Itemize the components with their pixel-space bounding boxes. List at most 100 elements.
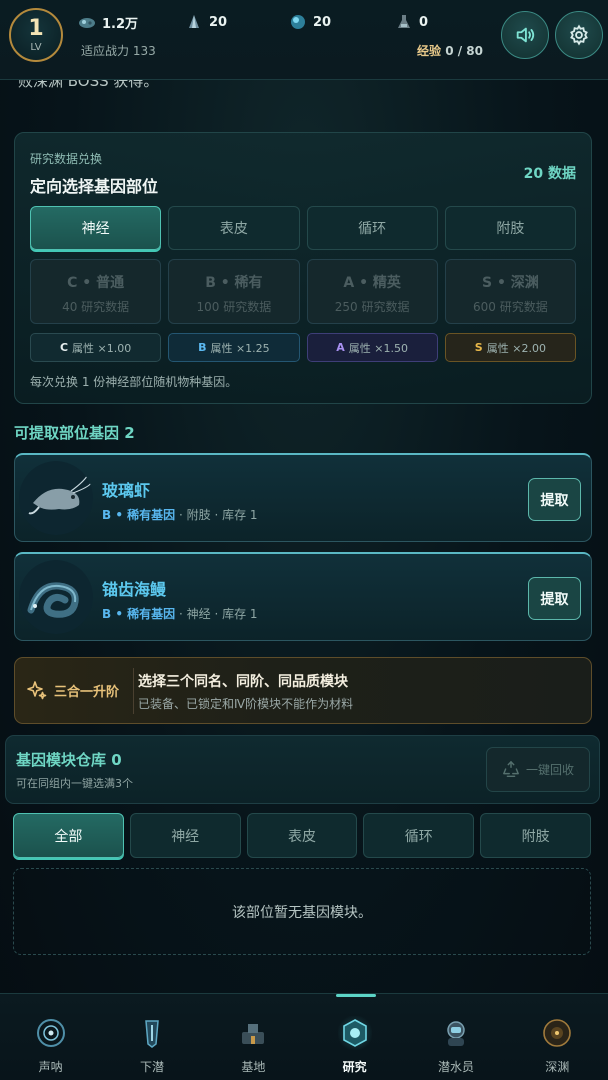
level-badge: 1 LV — [9, 8, 63, 62]
recycle-all-button[interactable]: 一键回收 — [486, 747, 590, 792]
sonar-icon — [36, 1019, 65, 1047]
nav-label: 声呐 — [38, 1060, 63, 1074]
merge-upgrade-banner[interactable]: 三合一升阶 选择三个同名、同阶、同品质模块 已装备、已锁定和Ⅳ阶模块不能作为材料 — [14, 657, 592, 724]
part-tab-circulation[interactable]: 循环 — [306, 206, 438, 250]
resource-shell-value: 1.2万 — [102, 16, 139, 32]
resource-flask-value: 0 — [419, 14, 429, 30]
exchange-small-title: 研究数据兑换 — [30, 152, 103, 166]
speaker-icon — [516, 27, 535, 43]
gene-card-glass-shrimp: 玻璃虾 B • 稀有基因 · 附肢 · 库存 1 提取 — [14, 453, 592, 542]
nav-label: 下潜 — [139, 1060, 164, 1074]
grade-options: C • 普通 40 研究数据 B • 稀有 100 研究数据 A • 精英 25… — [30, 259, 576, 324]
nav-label: 潜水员 — [437, 1060, 474, 1074]
nav-item-base[interactable]: 基地 — [203, 994, 304, 1080]
multiplier-grade: A — [336, 341, 345, 354]
gene-name: 锚齿海鳗 — [102, 580, 167, 599]
nav-item-research[interactable]: 研究 — [304, 994, 405, 1080]
filter-tab-skin[interactable]: 表皮 — [246, 813, 358, 858]
multiplier-grade: B — [198, 341, 207, 354]
nav-item-abyss[interactable]: 深渊 — [507, 994, 608, 1080]
resource-crystal-value: 20 — [209, 14, 228, 30]
multiplier-b: B 属性 ×1.25 — [168, 333, 300, 362]
shrimp-icon — [19, 461, 93, 535]
grade-name: C • 普通 — [67, 275, 125, 291]
nav-item-dive[interactable]: 下潜 — [101, 994, 202, 1080]
resource-crystal: 20 — [185, 12, 227, 32]
gene-meta: B • 稀有基因 · 附肢 · 库存 1 — [102, 506, 258, 523]
multiplier-grade: C — [59, 341, 69, 354]
warehouse-title: 基因模块仓库 0 — [16, 751, 122, 769]
top-bar: 1 LV 1.2万 20 20 0 适应战力 133 经验 0 / 80 — [0, 0, 608, 80]
research-data-count: 20 数据 — [523, 166, 576, 182]
filter-tab-nerve[interactable]: 神经 — [129, 813, 241, 858]
eel-icon — [19, 560, 93, 634]
base-icon — [242, 1024, 265, 1044]
extract-button[interactable]: 提取 — [528, 577, 581, 620]
filter-tab-circulation[interactable]: 循环 — [363, 813, 475, 858]
divider — [133, 668, 134, 714]
resource-flask: 0 — [395, 12, 428, 32]
resource-orb: 20 — [289, 12, 331, 32]
nav-label: 研究 — [342, 1060, 367, 1074]
level-number: 1 — [28, 16, 44, 41]
attribute-multipliers: C 属性 ×1.00 B 属性 ×1.25 A 属性 ×1.50 S 属性 ×2.00 — [30, 333, 576, 362]
multiplier-c: C 属性 ×1.00 — [30, 333, 162, 362]
gene-card-anchor-eel: 锚齿海鳗 B • 稀有基因 · 神经 · 库存 1 提取 — [14, 552, 592, 641]
gene-detail: · 附肢 · 库存 1 — [179, 508, 258, 522]
sparkle-icon — [27, 681, 47, 700]
gene-name: 玻璃虾 — [102, 481, 151, 500]
grade-name: S • 深渊 — [481, 275, 539, 291]
nav-item-diver[interactable]: 潜水员 — [405, 994, 506, 1080]
merge-label-group: 三合一升阶 — [27, 680, 119, 700]
exchange-note: 每次兑换 1 份神经部位随机物种基因。 — [30, 375, 238, 389]
warehouse-subtitle: 可在同组内一键选满3个 — [16, 777, 133, 790]
multiplier-text: 属性 ×1.50 — [348, 341, 408, 355]
research-exchange-panel: 研究数据兑换 定向选择基因部位 20 数据 神经 表皮 循环 附肢 C • 普通… — [14, 132, 592, 404]
settings-button[interactable] — [555, 11, 603, 59]
gene-detail: · 神经 · 库存 1 — [179, 607, 258, 621]
warehouse-filter-tabs: 全部 神经 表皮 循环 附肢 — [13, 813, 591, 858]
resource-shell: 1.2万 — [78, 12, 138, 32]
diver-icon — [447, 1021, 465, 1046]
nav-label: 基地 — [241, 1060, 266, 1074]
bottom-nav: 声呐 下潜 基地 研究 潜水员 深渊 — [0, 993, 608, 1080]
grade-cost: 250 研究数据 — [334, 300, 410, 314]
research-icon — [337, 1016, 372, 1050]
flask-icon — [398, 15, 410, 28]
crystal-icon — [189, 15, 199, 28]
part-tab-skin[interactable]: 表皮 — [168, 206, 300, 250]
sound-button[interactable] — [501, 11, 549, 59]
grade-cost: 600 研究数据 — [473, 300, 548, 314]
grade-option-c[interactable]: C • 普通 40 研究数据 — [30, 259, 162, 324]
exp-text: 经验 0 / 80 — [417, 42, 483, 59]
multiplier-grade: S — [474, 341, 483, 354]
gear-icon — [570, 24, 588, 46]
gene-warehouse-header: 基因模块仓库 0 可在同组内一键选满3个 一键回收 — [5, 735, 600, 804]
recycle-label: 一键回收 — [525, 763, 574, 777]
extract-button[interactable]: 提取 — [528, 478, 581, 521]
multiplier-text: 属性 ×1.00 — [72, 341, 132, 355]
resource-orb-value: 20 — [313, 14, 332, 30]
abyss-icon — [543, 1019, 572, 1047]
gene-meta: B • 稀有基因 · 神经 · 库存 1 — [102, 605, 258, 622]
exchange-title: 定向选择基因部位 — [30, 177, 159, 196]
shell-icon — [79, 18, 95, 28]
multiplier-s: S 属性 ×2.00 — [444, 333, 576, 362]
grade-option-a[interactable]: A • 精英 250 研究数据 — [306, 259, 438, 324]
recycle-icon — [503, 760, 519, 777]
nav-item-sonar[interactable]: 声呐 — [0, 994, 101, 1080]
exp-label: 经验 — [417, 44, 442, 58]
gene-quality: B • 稀有基因 — [102, 607, 176, 621]
multiplier-text: 属性 ×1.25 — [210, 341, 270, 355]
filter-tab-limb[interactable]: 附肢 — [480, 813, 591, 858]
part-tab-limb[interactable]: 附肢 — [444, 206, 576, 250]
part-tab-nerve[interactable]: 神经 — [30, 206, 162, 250]
orb-icon — [291, 15, 305, 29]
empty-state-text: 该部位暂无基因模块。 — [232, 904, 372, 921]
filter-tab-all[interactable]: 全部 — [13, 813, 124, 858]
grade-option-b[interactable]: B • 稀有 100 研究数据 — [168, 259, 300, 324]
grade-name: A • 精英 — [343, 275, 401, 291]
multiplier-text: 属性 ×2.00 — [486, 341, 546, 355]
grade-option-s[interactable]: S • 深渊 600 研究数据 — [444, 259, 576, 324]
empty-state: 该部位暂无基因模块。 — [13, 868, 591, 955]
